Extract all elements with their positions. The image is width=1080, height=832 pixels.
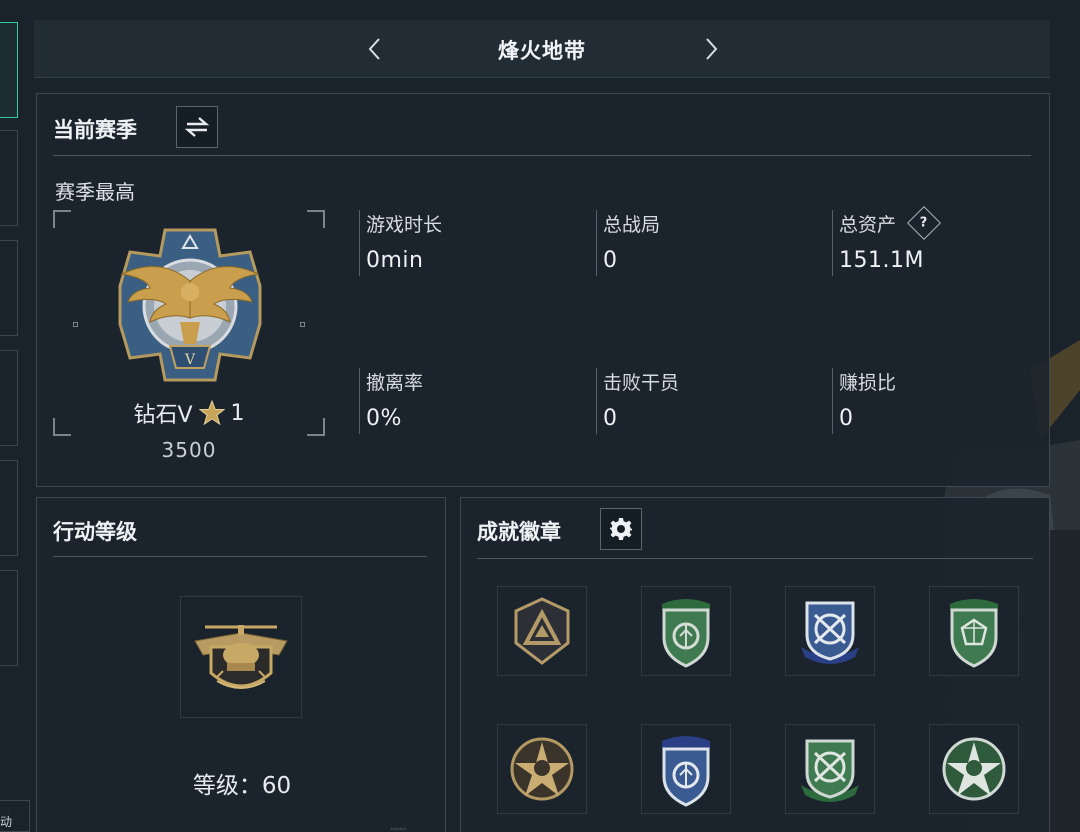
stat-label: 总战局 (603, 213, 661, 236)
help-icon[interactable]: ? (907, 206, 941, 240)
left-nav-tab-active[interactable] (0, 22, 18, 118)
rank-name: 钻石V (133, 403, 193, 428)
stat-extraction-rate: 撤离率 0% (359, 368, 579, 434)
stat-label: 击败干员 (603, 371, 680, 394)
achievement-badge[interactable] (497, 586, 587, 676)
gear-icon (610, 518, 632, 540)
left-nav-label: 动 (0, 815, 13, 829)
left-nav-tab[interactable] (0, 130, 18, 226)
badges-divider (477, 558, 1033, 559)
achievement-badge[interactable] (497, 724, 587, 814)
green-gem-badge-icon (950, 599, 998, 668)
achievement-badge[interactable] (785, 586, 875, 676)
gold-skull-star-badge-icon (510, 737, 574, 801)
left-nav-tab[interactable] (0, 350, 18, 446)
stat-profit-loss-ratio: 赚损比 0 (832, 368, 1052, 434)
next-mode-button[interactable] (698, 34, 726, 64)
level-emblem-frame (180, 596, 302, 718)
stat-operators-defeated: 击败干员 0 (596, 368, 816, 434)
current-season-panel: 当前赛季 赛季最高 V 钻石V 1 3500 游戏时长 0min 总战局 0 总… (36, 93, 1050, 487)
level-value: 等级：60 (192, 773, 292, 799)
left-nav-tab[interactable] (0, 460, 18, 556)
achievement-badge[interactable] (641, 586, 731, 676)
blue-arrows-badge-icon (801, 601, 859, 664)
badge-settings-button[interactable] (600, 508, 642, 550)
stat-total-matches: 总战局 0 (596, 210, 816, 276)
level-divider (53, 556, 427, 557)
svg-text:V: V (184, 352, 196, 368)
rank-name-row: 钻石V 1 (53, 397, 325, 429)
green-skull-star-badge-icon (942, 737, 1006, 801)
helicopter-level-emblem-icon (194, 625, 288, 689)
stat-value: 0min (366, 248, 424, 273)
green-arrows-badge-icon (801, 739, 859, 802)
stat-value: 0 (603, 406, 618, 431)
season-best-label: 赛季最高 (55, 180, 135, 204)
mode-selector-bar: 烽火地带 (34, 20, 1050, 78)
blue-shield-badge-icon (662, 736, 710, 807)
achievement-badge[interactable] (641, 724, 731, 814)
stat-value: 0 (839, 406, 854, 431)
stat-label: 总资产 (839, 213, 897, 236)
stat-label: 游戏时长 (366, 213, 443, 236)
stat-value: 151.1M (839, 248, 924, 273)
stat-value: 0 (603, 248, 618, 273)
rank-score: 3500 (161, 438, 217, 462)
rank-star-count: 1 (230, 400, 245, 426)
switch-season-button[interactable] (176, 106, 218, 148)
action-level-panel: 行动等级 等级：60 ▭▭▭ (36, 497, 446, 832)
season-panel-title: 当前赛季 (53, 118, 137, 142)
star-icon (198, 400, 225, 426)
stat-label: 撤离率 (366, 371, 424, 394)
stat-value: 0% (366, 406, 402, 431)
stat-play-time: 游戏时长 0min (359, 210, 579, 276)
level-panel-title: 行动等级 (53, 520, 137, 544)
left-nav-strip: 动 (0, 0, 30, 832)
achievement-badges-panel: 成就徽章 (460, 497, 1050, 832)
achievement-badge[interactable] (785, 724, 875, 814)
swap-arrows-icon (184, 117, 210, 137)
stat-label: 赚损比 (839, 371, 897, 394)
season-divider (53, 155, 1031, 156)
badges-panel-title: 成就徽章 (477, 520, 561, 544)
achievement-badge[interactable] (929, 586, 1019, 676)
delta-triangle-badge-icon (514, 597, 570, 665)
mode-title: 烽火地带 (498, 39, 586, 63)
achievement-badge[interactable] (929, 724, 1019, 814)
diamond-rank-emblem-icon: V (118, 228, 262, 382)
left-nav-tab[interactable] (0, 570, 18, 666)
left-nav-tab[interactable] (0, 240, 18, 336)
stat-total-assets: 总资产 ? 151.1M (832, 206, 1052, 276)
green-shield-badge-icon (662, 599, 710, 668)
chevron-right-icon (706, 38, 718, 60)
